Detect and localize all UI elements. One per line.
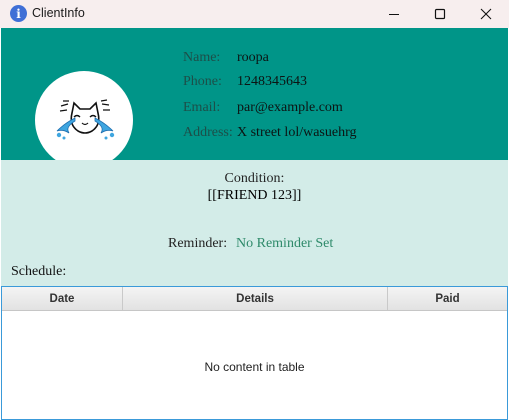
crying-cat-avatar [56, 99, 115, 140]
phone-value: 1248345643 [237, 74, 307, 89]
name-value: roopa [237, 50, 269, 65]
condition-value: [[FRIEND 123]] [207, 188, 302, 203]
email-label: Email: [183, 100, 221, 115]
empty-table-message: No content in table [204, 360, 305, 374]
title-bar: i ClientInfo [0, 0, 509, 28]
close-icon [480, 8, 492, 20]
window-title: ClientInfo [32, 6, 85, 20]
column-header-paid[interactable]: Paid [388, 287, 507, 310]
phone-label: Phone: [183, 74, 222, 89]
condition-label: Condition: [224, 171, 285, 186]
column-header-date[interactable]: Date [2, 287, 123, 310]
reminder-label: Reminder: [168, 236, 228, 251]
info-icon: i [10, 5, 27, 22]
name-label: Name: [183, 50, 221, 65]
avatar [35, 71, 133, 169]
maximize-icon [434, 8, 446, 20]
maximize-button[interactable] [417, 0, 463, 28]
schedule-label: Schedule: [11, 264, 67, 279]
reminder-value: No Reminder Set [236, 236, 334, 251]
email-value: par@example.com [237, 100, 343, 115]
close-button[interactable] [463, 0, 509, 28]
minimize-icon [389, 14, 399, 15]
address-value: X street lol/wasuehrg [237, 125, 357, 140]
table-header: Date Details Paid [2, 287, 507, 311]
column-header-details[interactable]: Details [123, 287, 388, 310]
schedule-table[interactable]: Date Details Paid No content in table [1, 286, 508, 420]
address-label: Address: [183, 125, 233, 140]
minimize-button[interactable] [371, 0, 417, 28]
